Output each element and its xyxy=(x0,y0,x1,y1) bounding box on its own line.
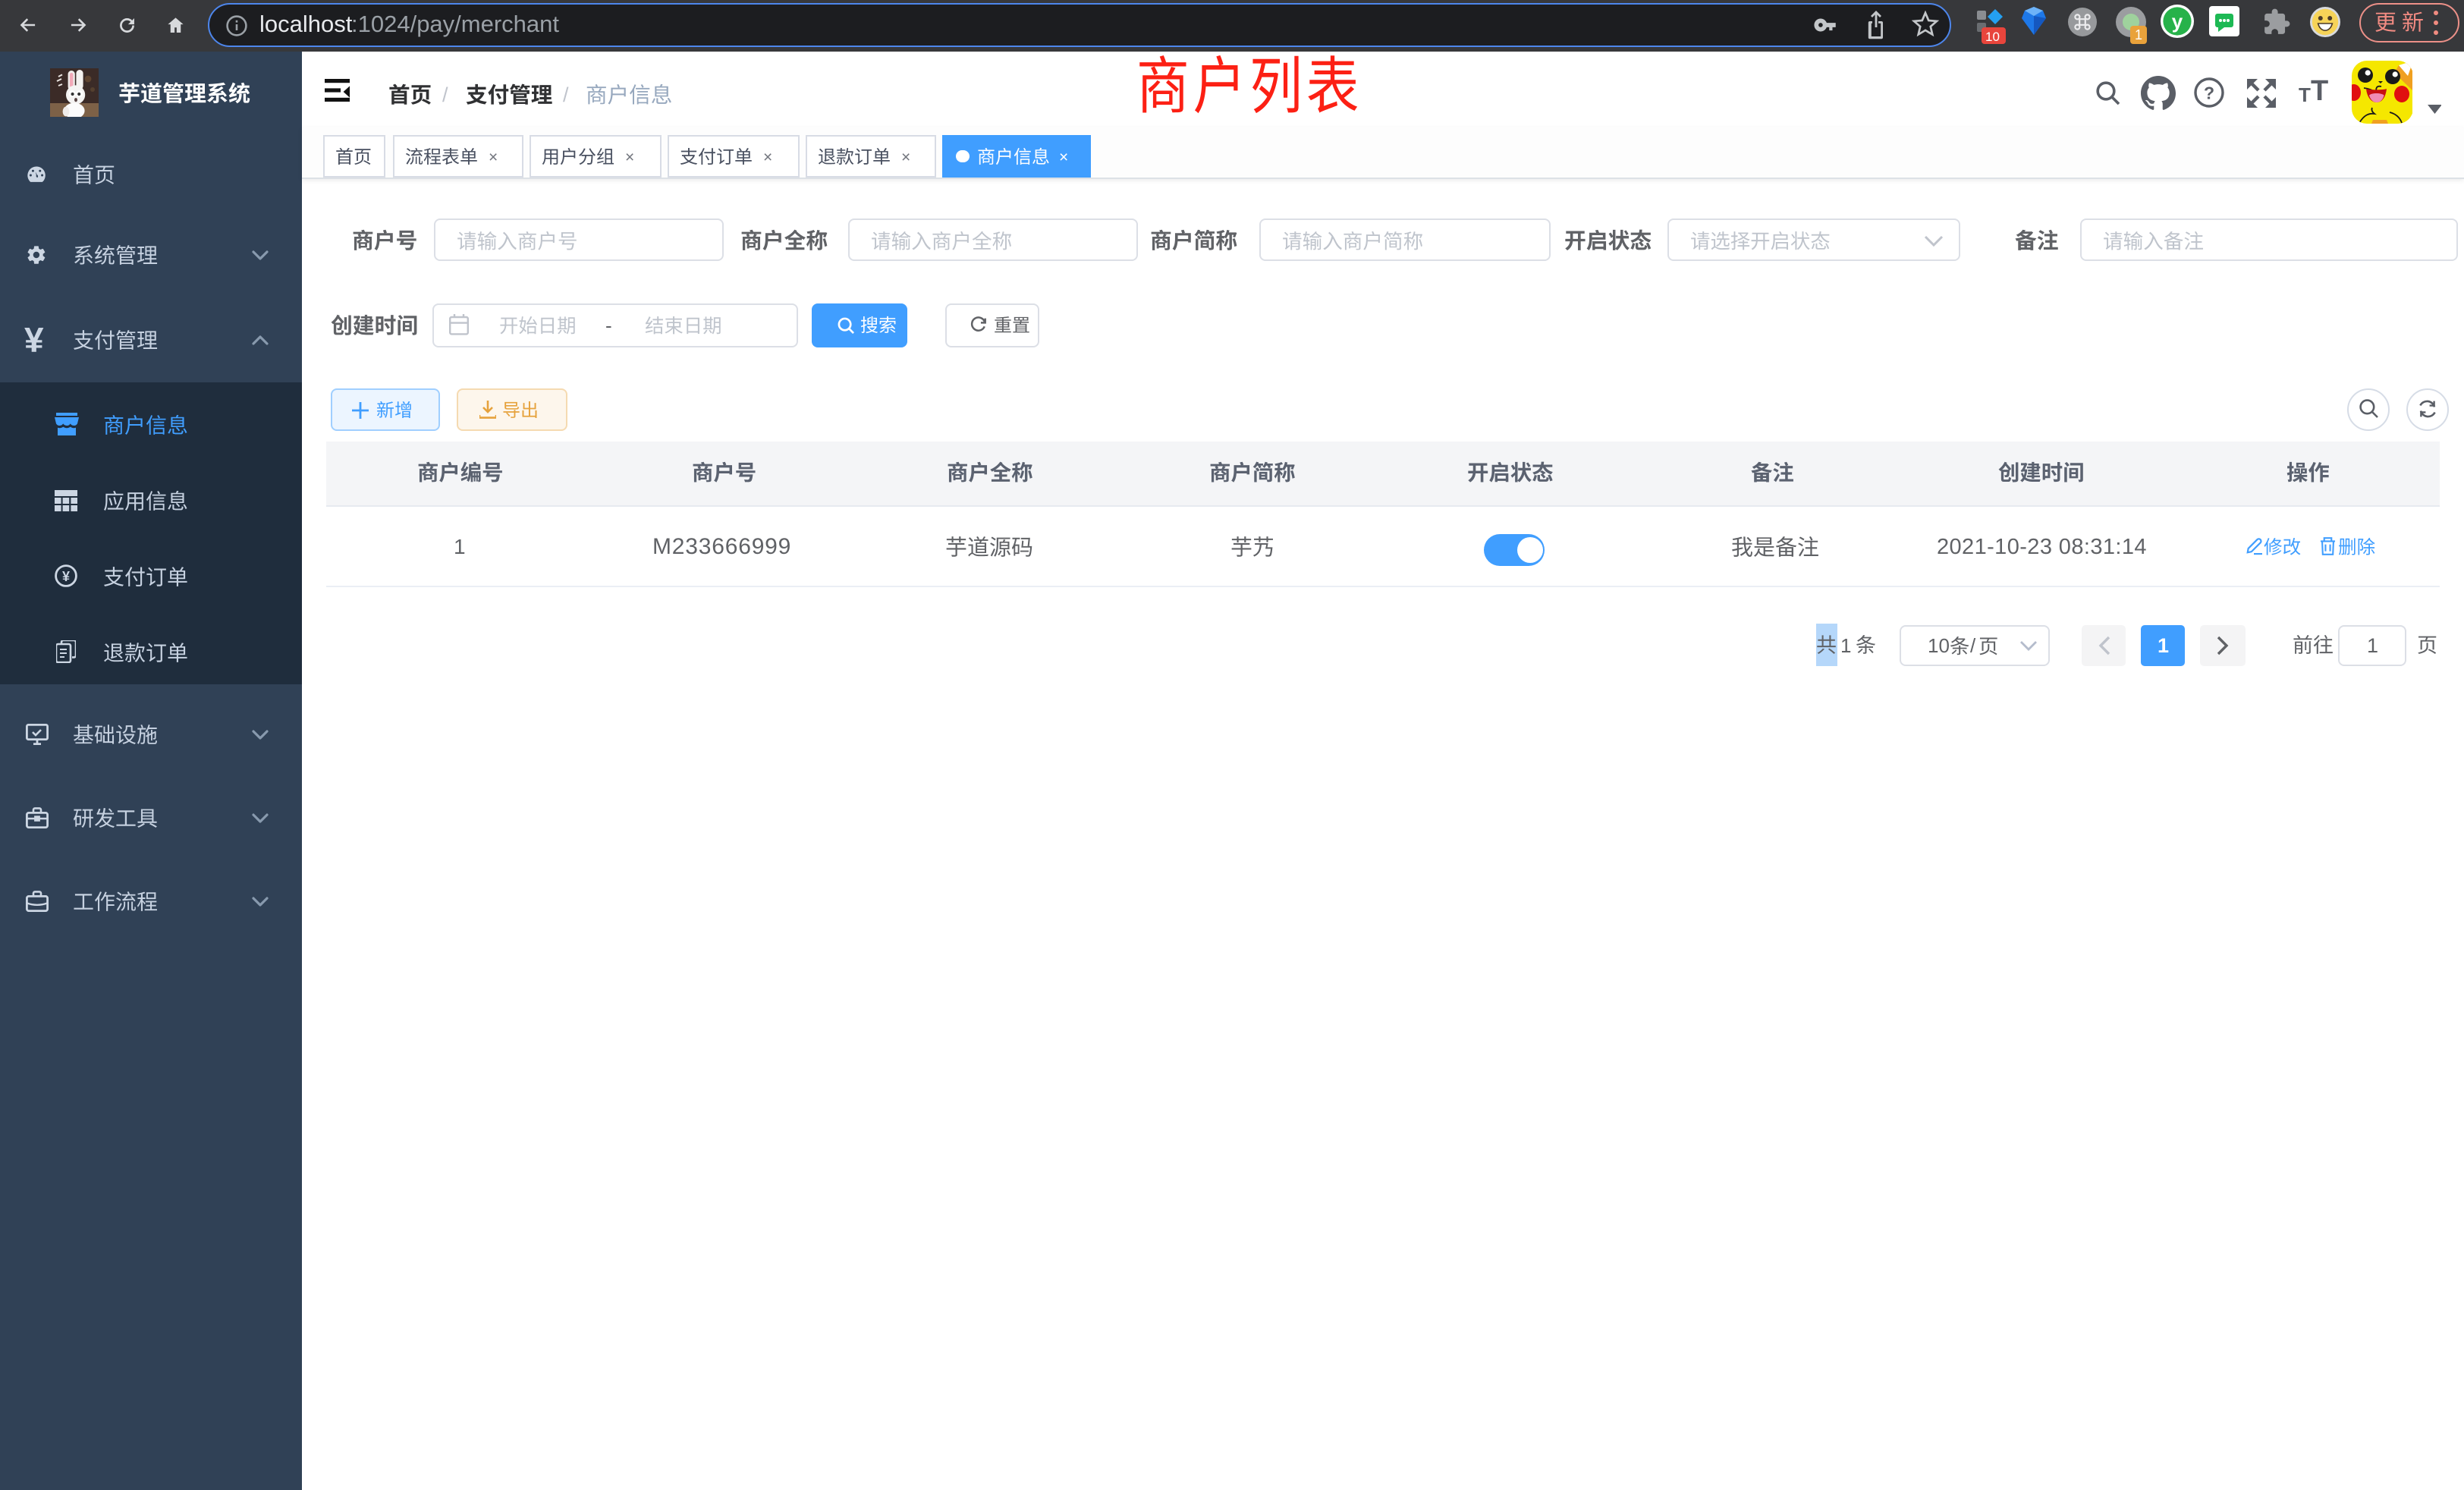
svg-text:y: y xyxy=(2172,10,2183,33)
svg-text:¥: ¥ xyxy=(62,569,70,584)
svg-text:?: ? xyxy=(2204,83,2214,102)
